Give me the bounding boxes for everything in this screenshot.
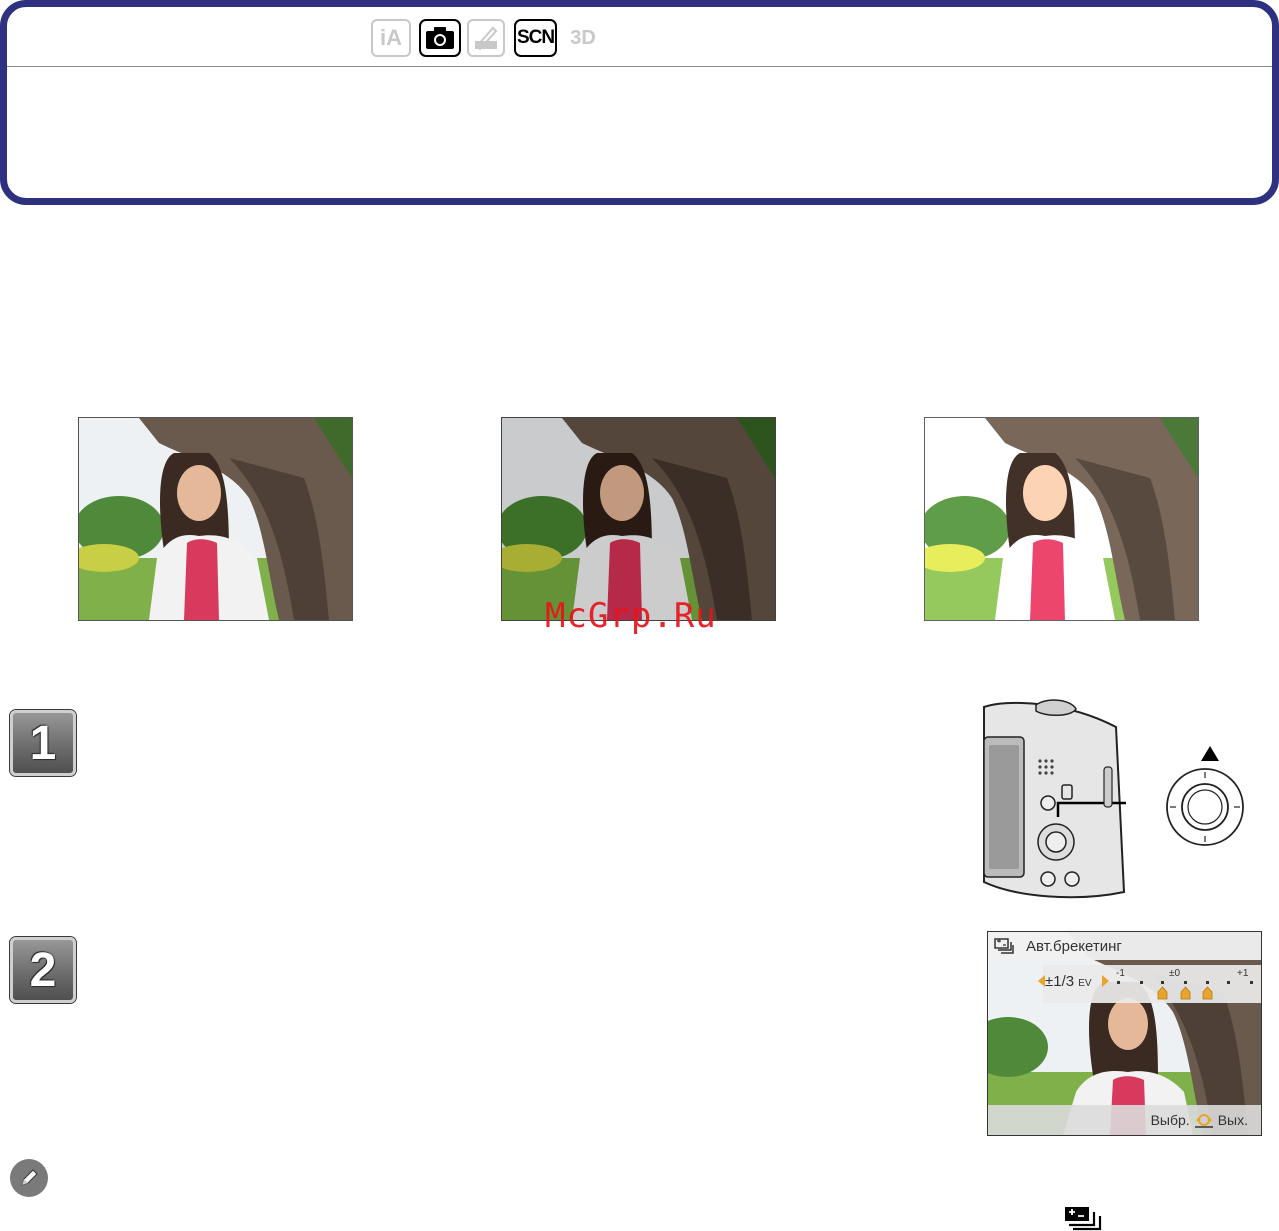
step-1-badge: 1 [10, 710, 76, 776]
scale-zero-label: ±0 [1169, 968, 1180, 979]
ev-value: ±1/3 [1045, 973, 1075, 990]
up-arrow-icon [1201, 746, 1219, 761]
auto-bracket-lcd-screen: Авт.брекетинг ±1/3 EV -1 ±0 +1 Выбр. Вых… [987, 931, 1262, 1136]
portrait-image [502, 418, 775, 620]
ev-scale: -1 ±0 +1 [1116, 968, 1253, 1000]
left-arrow-icon[interactable] [1038, 975, 1045, 987]
auto-bracket-icon [1065, 1207, 1102, 1231]
step-number: 1 [29, 716, 57, 770]
photo-underexposed [501, 417, 776, 621]
note-pencil-icon [10, 1159, 48, 1197]
cursor-menu-icon [1194, 1114, 1213, 1128]
camera-icon [426, 27, 454, 49]
scale-minus-label: -1 [1116, 968, 1125, 979]
portrait-image [925, 418, 1198, 620]
select-label: Выбр. [1150, 1112, 1190, 1128]
step-2-badge: 2 [10, 937, 76, 1003]
camera-back-illustration [983, 699, 1126, 899]
photo-normal-exposure [78, 417, 353, 621]
ev-unit: EV [1078, 978, 1092, 989]
ev-step-value[interactable]: ±1/3 EV [1045, 973, 1092, 990]
lcd-guide-bar: Выбр. Вых. [988, 1105, 1261, 1135]
exit-label: Вых. [1217, 1112, 1248, 1128]
header-divider [7, 66, 1272, 67]
bracket-marker [1157, 986, 1168, 1000]
ia-mode-icon: iA [371, 19, 411, 57]
portrait-image [79, 418, 352, 620]
step-number: 2 [29, 943, 57, 997]
scale-plus-label: +1 [1237, 968, 1249, 979]
watermark: McGrp.Ru [545, 596, 717, 636]
3d-mode-icon: 3D [563, 19, 603, 57]
cursor-dial-illustration [1166, 746, 1244, 846]
3d-mode-label: 3D [570, 26, 596, 49]
movie-pen-icon [475, 26, 498, 51]
right-arrow-icon[interactable] [1102, 975, 1109, 987]
normal-picture-mode-icon [419, 19, 461, 57]
ia-mode-label: iA [380, 25, 402, 50]
auto-bracket-icon [990, 932, 1018, 960]
scene-mode-icon: SCN [514, 19, 557, 57]
lcd-title-bar: Авт.брекетинг [988, 932, 1261, 960]
lcd-menu-title: Авт.брекетинг [1026, 937, 1122, 955]
mini-mode-icon [467, 19, 505, 57]
bracket-marker [1202, 986, 1213, 1000]
scene-mode-label: SCN [516, 27, 555, 48]
bracket-marker [1180, 986, 1191, 1000]
photo-overexposed [924, 417, 1199, 621]
header-frame [0, 0, 1279, 205]
